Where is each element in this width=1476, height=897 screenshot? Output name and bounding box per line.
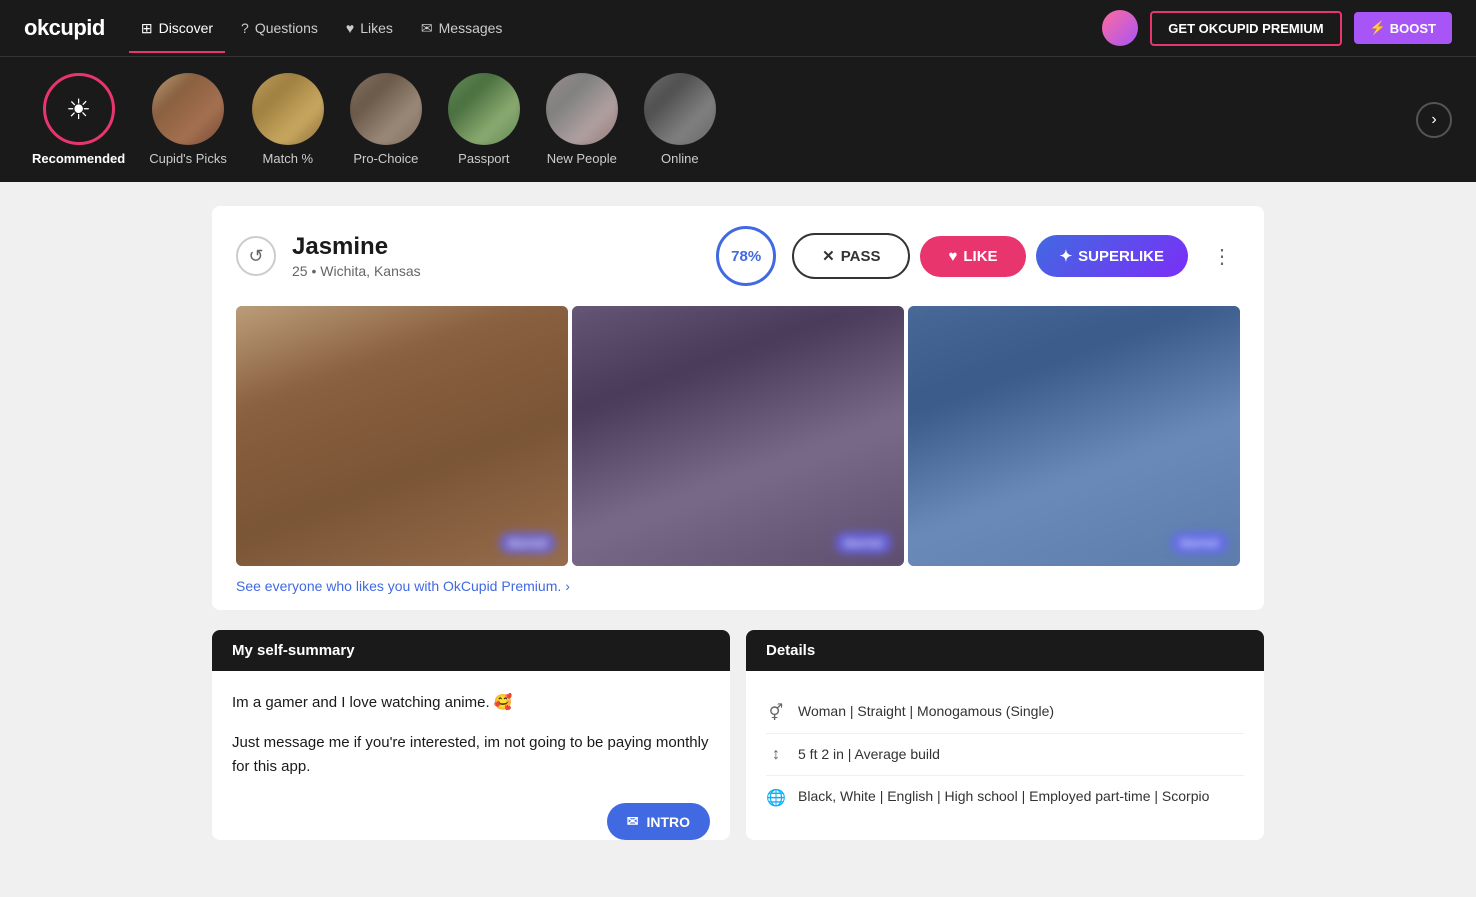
- profile-name-section: Jasmine 25 • Wichita, Kansas: [292, 233, 700, 279]
- category-pro-choice[interactable]: Pro-Choice: [341, 69, 431, 170]
- message-icon: ✉: [627, 813, 639, 830]
- app-logo: okcupid: [24, 15, 105, 41]
- profile-photo-1[interactable]: blurred: [236, 306, 568, 566]
- category-pro-choice-label: Pro-Choice: [353, 151, 418, 166]
- details-body: ⚥ Woman | Straight | Monogamous (Single)…: [746, 671, 1264, 838]
- likes-icon: ♥: [346, 20, 354, 36]
- pass-button[interactable]: ✕ PASS: [792, 233, 910, 279]
- pass-icon: ✕: [822, 247, 835, 265]
- profile-location: 25 • Wichita, Kansas: [292, 263, 700, 279]
- header-right: GET OKCUPID PREMIUM ⚡ BOOST: [1102, 10, 1452, 46]
- category-passport-label: Passport: [458, 151, 509, 166]
- nav-likes[interactable]: ♥ Likes: [334, 12, 405, 44]
- premium-link[interactable]: See everyone who likes you with OkCupid …: [212, 566, 1264, 610]
- recommended-icon-wrap: ☀: [43, 73, 115, 145]
- category-cupids-picks[interactable]: Cupid's Picks: [141, 69, 235, 170]
- premium-button[interactable]: GET OKCUPID PREMIUM: [1150, 11, 1341, 46]
- main-header: okcupid ⊞ Discover ? Questions ♥ Likes ✉…: [0, 0, 1476, 56]
- online-icon-wrap: [644, 73, 716, 145]
- category-passport[interactable]: Passport: [439, 69, 529, 170]
- cupids-picks-icon-wrap: [152, 73, 224, 145]
- profile-photo-2[interactable]: blurred: [572, 306, 904, 566]
- photo-tag-1: blurred: [499, 532, 556, 554]
- globe-icon: 🌐: [766, 788, 786, 808]
- details-card: Details ⚥ Woman | Straight | Monogamous …: [746, 630, 1264, 840]
- nav-messages[interactable]: ✉ Messages: [409, 12, 515, 45]
- undo-button[interactable]: ↺: [236, 236, 276, 276]
- passport-icon-wrap: [448, 73, 520, 145]
- category-online[interactable]: Online: [635, 69, 725, 170]
- nav-discover[interactable]: ⊞ Discover: [129, 12, 225, 45]
- summary-text: Im a gamer and I love watching anime. 🥰 …: [232, 691, 710, 779]
- photo-tag-3: blurred: [1171, 532, 1228, 554]
- photo-tag-2: blurred: [835, 532, 892, 554]
- pro-choice-icon-wrap: [350, 73, 422, 145]
- details-header: Details: [746, 630, 1264, 671]
- discover-icon: ⊞: [141, 20, 153, 37]
- messages-icon: ✉: [421, 20, 433, 37]
- chevron-right-icon: ›: [565, 578, 570, 594]
- boost-button[interactable]: ⚡ BOOST: [1354, 12, 1452, 44]
- self-summary-body: Im a gamer and I love watching anime. 🥰 …: [212, 671, 730, 815]
- detail-ethnicity: 🌐 Black, White | English | High school |…: [766, 776, 1244, 818]
- main-content: ↺ Jasmine 25 • Wichita, Kansas 78% ✕ PAS…: [188, 206, 1288, 840]
- profile-name: Jasmine: [292, 233, 700, 261]
- profile-card: ↺ Jasmine 25 • Wichita, Kansas 78% ✕ PAS…: [212, 206, 1264, 610]
- main-nav: ⊞ Discover ? Questions ♥ Likes ✉ Message…: [129, 12, 1078, 45]
- intro-button[interactable]: ✉ INTRO: [607, 803, 710, 840]
- category-match[interactable]: Match %: [243, 69, 333, 170]
- action-buttons: ✕ PASS ♥ LIKE ✦ SUPERLIKE: [792, 233, 1188, 279]
- superlike-icon: ✦: [1060, 247, 1073, 265]
- match-percentage: 78%: [716, 226, 776, 286]
- category-online-label: Online: [661, 151, 699, 166]
- like-button[interactable]: ♥ LIKE: [920, 236, 1025, 277]
- category-bar: ☀ Recommended Cupid's Picks Match % Pro-…: [0, 56, 1476, 182]
- recommended-icon: ☀: [66, 93, 91, 126]
- category-match-label: Match %: [263, 151, 314, 166]
- height-icon: ↕: [766, 746, 786, 764]
- photo-gallery: blurred blurred blurred: [212, 306, 1264, 566]
- category-cupids-picks-label: Cupid's Picks: [149, 151, 227, 166]
- info-sections: My self-summary Im a gamer and I love wa…: [212, 630, 1264, 840]
- category-recommended-label: Recommended: [32, 151, 125, 166]
- user-avatar[interactable]: [1102, 10, 1138, 46]
- category-new-people-label: New People: [547, 151, 617, 166]
- more-options-button[interactable]: ⋮: [1204, 236, 1240, 277]
- category-recommended[interactable]: ☀ Recommended: [24, 69, 133, 170]
- self-summary-card: My self-summary Im a gamer and I love wa…: [212, 630, 730, 840]
- category-new-people[interactable]: New People: [537, 69, 627, 170]
- new-people-icon-wrap: [546, 73, 618, 145]
- details-list: ⚥ Woman | Straight | Monogamous (Single)…: [766, 691, 1244, 818]
- gender-icon: ⚥: [766, 703, 786, 723]
- profile-photo-3[interactable]: blurred: [908, 306, 1240, 566]
- profile-header: ↺ Jasmine 25 • Wichita, Kansas 78% ✕ PAS…: [212, 206, 1264, 306]
- boost-icon: ⚡: [1370, 20, 1386, 36]
- like-heart-icon: ♥: [948, 248, 957, 265]
- detail-gender: ⚥ Woman | Straight | Monogamous (Single): [766, 691, 1244, 734]
- questions-icon: ?: [241, 20, 249, 36]
- match-icon-wrap: [252, 73, 324, 145]
- self-summary-header: My self-summary: [212, 630, 730, 671]
- nav-questions[interactable]: ? Questions: [229, 12, 330, 44]
- superlike-button[interactable]: ✦ SUPERLIKE: [1036, 235, 1188, 277]
- category-next-button[interactable]: ›: [1416, 102, 1452, 138]
- detail-height: ↕ 5 ft 2 in | Average build: [766, 734, 1244, 776]
